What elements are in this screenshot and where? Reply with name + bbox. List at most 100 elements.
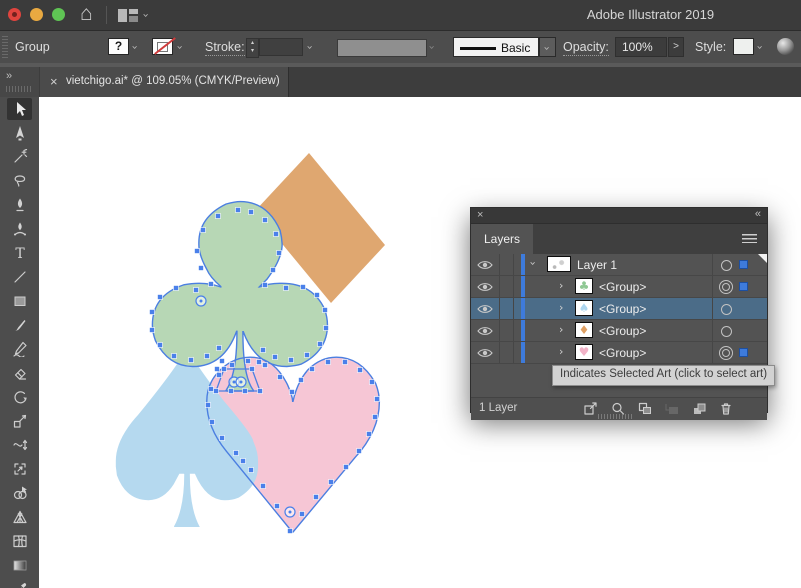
anchor-point-club[interactable] — [289, 358, 294, 363]
opacity-field[interactable]: 100% — [615, 37, 667, 57]
delete-selection-icon[interactable] — [718, 401, 736, 417]
anchor-point-club[interactable] — [318, 342, 323, 347]
layer-row-layer1[interactable]: ›Layer 1 — [471, 254, 767, 276]
anchor-point-club[interactable] — [284, 286, 289, 291]
tool-curvature-tool[interactable] — [7, 218, 32, 240]
control-bar-grip[interactable] — [2, 36, 8, 58]
anchor-point-heart[interactable] — [288, 529, 293, 534]
anchor-point-club[interactable] — [274, 232, 279, 237]
tool-pen-tool[interactable] — [7, 194, 32, 216]
anchor-point-heart[interactable] — [241, 459, 246, 464]
fill-swatch[interactable]: ? — [108, 38, 129, 55]
anchor-point-heart[interactable] — [329, 480, 334, 485]
document-tab[interactable]: × vietchigo.ai* @ 109.05% (CMYK/Preview) — [40, 67, 289, 97]
anchor-point-club[interactable] — [216, 214, 221, 219]
tool-direct-selection-tool[interactable] — [7, 122, 32, 144]
layer-label[interactable]: <Group> — [599, 280, 646, 294]
tool-type-tool[interactable]: T — [7, 242, 32, 264]
anchor-point-heart[interactable] — [299, 378, 304, 383]
selected-art-indicator[interactable] — [739, 348, 748, 357]
tool-perspective-grid-tool[interactable] — [7, 506, 32, 528]
anchor-point-heart[interactable] — [206, 403, 211, 408]
anchor-point-heart[interactable] — [275, 504, 280, 509]
anchor-point-club[interactable] — [273, 355, 278, 360]
tool-line-segment-tool[interactable] — [7, 266, 32, 288]
target-circle-icon[interactable] — [719, 280, 733, 294]
zoom-window-button[interactable] — [52, 8, 65, 21]
layer-label[interactable]: <Group> — [599, 302, 646, 316]
anchor-point-club[interactable] — [271, 268, 276, 273]
anchor-point-heart[interactable] — [278, 375, 283, 380]
stroke-swatch-chevron-icon[interactable]: › — [175, 45, 186, 49]
layer-thumbnail-spade[interactable]: ♠ — [575, 300, 593, 316]
brush-style-chevron-icon[interactable]: › — [539, 37, 556, 57]
anchor-point-heart[interactable] — [326, 360, 331, 365]
panel-close-icon[interactable]: × — [477, 209, 483, 222]
anchor-point-heart[interactable] — [375, 397, 380, 402]
anchor-point-club[interactable] — [243, 389, 248, 394]
anchor-point-club[interactable] — [250, 367, 255, 372]
layer-label[interactable]: <Group> — [599, 324, 646, 338]
anchor-point-club[interactable] — [222, 367, 227, 372]
anchor-point-club[interactable] — [257, 360, 262, 365]
anchor-point-heart[interactable] — [367, 432, 372, 437]
dock-expand-button[interactable]: » — [6, 70, 11, 82]
layer-row-club[interactable]: ›♣<Group> — [471, 276, 767, 298]
anchor-point-club[interactable] — [199, 266, 204, 271]
anchor-point-heart[interactable] — [343, 360, 348, 365]
anchor-point-club[interactable] — [158, 343, 163, 348]
dock-grip[interactable] — [6, 86, 32, 92]
tab-close-icon[interactable]: × — [50, 74, 58, 89]
tool-eyedropper-tool[interactable] — [7, 578, 32, 588]
tool-scale-tool[interactable] — [7, 410, 32, 432]
layers-panel-titlebar[interactable]: × « — [471, 208, 767, 224]
layer-thumbnail-heart[interactable]: ♥ — [575, 344, 593, 360]
chevron-right-icon[interactable]: › — [559, 279, 563, 292]
anchor-point-club[interactable] — [229, 389, 234, 394]
anchor-point-heart[interactable] — [209, 387, 214, 392]
tool-lasso-tool[interactable] — [7, 170, 32, 192]
chevron-right-icon[interactable]: › — [559, 323, 563, 336]
brush-definition-chevron-icon[interactable]: › — [427, 45, 438, 49]
anchor-point-heart[interactable] — [263, 363, 268, 368]
tool-shaper-tool[interactable] — [7, 338, 32, 360]
anchor-point-heart[interactable] — [290, 390, 295, 395]
workspace-chevron-icon[interactable]: › — [141, 13, 152, 17]
selected-art-indicator[interactable] — [739, 282, 748, 291]
tool-paintbrush-tool[interactable] — [7, 314, 32, 336]
layer-label[interactable]: <Group> — [599, 346, 646, 360]
workspace-switcher-icon[interactable] — [118, 9, 138, 22]
anchor-point-club[interactable] — [324, 326, 329, 331]
visibility-eye-icon[interactable] — [471, 276, 500, 297]
layers-tab[interactable]: Layers — [471, 224, 533, 254]
anchor-point-club[interactable] — [236, 208, 241, 213]
chevron-right-icon[interactable]: › — [559, 301, 563, 314]
chevron-right-icon[interactable]: › — [559, 345, 563, 358]
tool-shape-builder-tool[interactable] — [7, 482, 32, 504]
style-swatch[interactable] — [733, 38, 754, 55]
anchor-point-club[interactable] — [194, 288, 199, 293]
home-icon[interactable]: ⌂ — [80, 2, 93, 26]
tool-width-tool[interactable] — [7, 434, 32, 456]
brush-definition-preview[interactable] — [337, 39, 427, 57]
lock-toggle-cell[interactable] — [499, 320, 514, 341]
anchor-point-club[interactable] — [263, 218, 268, 223]
anchor-point-club[interactable] — [220, 359, 225, 364]
chevron-down-icon[interactable]: › — [527, 261, 540, 265]
tool-eraser-tool[interactable] — [7, 362, 32, 384]
anchor-point-heart[interactable] — [220, 436, 225, 441]
layer-row-heart[interactable]: › ♥ <Group> — [471, 342, 767, 364]
anchor-point-heart[interactable] — [217, 373, 222, 378]
tool-gradient-tool[interactable] — [7, 554, 32, 576]
visibility-eye-icon[interactable] — [471, 254, 500, 275]
stroke-weight-stepper[interactable]: ▴▾ — [246, 38, 259, 58]
anchor-point-heart[interactable] — [246, 359, 251, 364]
anchor-point-club[interactable] — [315, 293, 320, 298]
anchor-point-club[interactable] — [301, 285, 306, 290]
target-circle-icon[interactable] — [721, 260, 732, 271]
tool-mesh-tool[interactable] — [7, 530, 32, 552]
anchor-point-heart[interactable] — [373, 415, 378, 420]
anchor-point-club[interactable] — [150, 328, 155, 333]
layer-row-diamond[interactable]: ›♦<Group> — [471, 320, 767, 342]
anchor-point-heart[interactable] — [249, 468, 254, 473]
